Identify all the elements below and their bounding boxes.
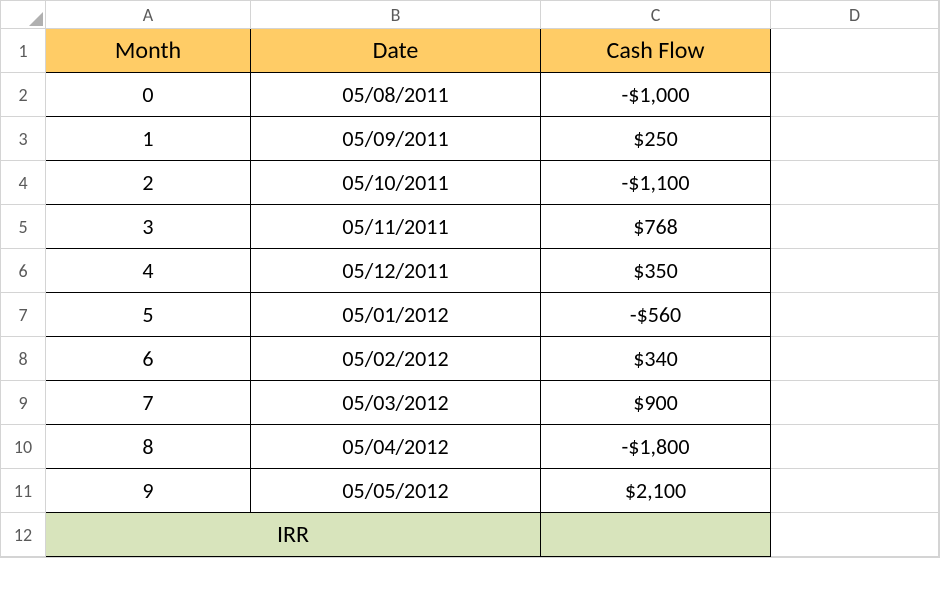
row-header-7[interactable]: 7: [1, 293, 46, 337]
cell-a2[interactable]: 0: [46, 73, 251, 117]
cell-d4[interactable]: [771, 161, 939, 205]
row-header-4[interactable]: 4: [1, 161, 46, 205]
row-header-1[interactable]: 1: [1, 29, 46, 73]
column-header-a[interactable]: A: [46, 1, 251, 29]
cell-c3[interactable]: $250: [541, 117, 771, 161]
cell-b1[interactable]: Date: [251, 29, 541, 73]
column-header-d[interactable]: D: [771, 1, 939, 29]
row-header-12[interactable]: 12: [1, 513, 46, 557]
cell-b6[interactable]: 05/12/2011: [251, 249, 541, 293]
cell-c7[interactable]: -$560: [541, 293, 771, 337]
cell-d8[interactable]: [771, 337, 939, 381]
spreadsheet-grid: A B C D 1 Month Date Cash Flow 2 0 05/08…: [0, 0, 940, 558]
row-header-5[interactable]: 5: [1, 205, 46, 249]
row-header-6[interactable]: 6: [1, 249, 46, 293]
row-header-2[interactable]: 2: [1, 73, 46, 117]
cell-a8[interactable]: 6: [46, 337, 251, 381]
cell-b8[interactable]: 05/02/2012: [251, 337, 541, 381]
cell-c2[interactable]: -$1,000: [541, 73, 771, 117]
cell-d5[interactable]: [771, 205, 939, 249]
cell-d3[interactable]: [771, 117, 939, 161]
cell-b11[interactable]: 05/05/2012: [251, 469, 541, 513]
cell-c8[interactable]: $340: [541, 337, 771, 381]
cell-b5[interactable]: 05/11/2011: [251, 205, 541, 249]
cell-a6[interactable]: 4: [46, 249, 251, 293]
cell-c5[interactable]: $768: [541, 205, 771, 249]
cell-d7[interactable]: [771, 293, 939, 337]
cell-b2[interactable]: 05/08/2011: [251, 73, 541, 117]
select-all-corner[interactable]: [1, 1, 46, 29]
cell-a12-b12-merged[interactable]: IRR: [46, 513, 541, 557]
cell-c4[interactable]: -$1,100: [541, 161, 771, 205]
column-header-b[interactable]: B: [251, 1, 541, 29]
cell-d2[interactable]: [771, 73, 939, 117]
row-header-10[interactable]: 10: [1, 425, 46, 469]
cell-d12[interactable]: [771, 513, 939, 557]
cell-a10[interactable]: 8: [46, 425, 251, 469]
cell-c9[interactable]: $900: [541, 381, 771, 425]
cell-d11[interactable]: [771, 469, 939, 513]
cell-b7[interactable]: 05/01/2012: [251, 293, 541, 337]
row-header-9[interactable]: 9: [1, 381, 46, 425]
row-header-11[interactable]: 11: [1, 469, 46, 513]
cell-a7[interactable]: 5: [46, 293, 251, 337]
cell-c12[interactable]: [541, 513, 771, 557]
cell-b4[interactable]: 05/10/2011: [251, 161, 541, 205]
cell-d9[interactable]: [771, 381, 939, 425]
cell-b9[interactable]: 05/03/2012: [251, 381, 541, 425]
cell-c6[interactable]: $350: [541, 249, 771, 293]
row-header-3[interactable]: 3: [1, 117, 46, 161]
cell-c11[interactable]: $2,100: [541, 469, 771, 513]
cell-a9[interactable]: 7: [46, 381, 251, 425]
cell-b3[interactable]: 05/09/2011: [251, 117, 541, 161]
cell-d10[interactable]: [771, 425, 939, 469]
select-all-triangle-icon: [29, 12, 43, 26]
cell-a11[interactable]: 9: [46, 469, 251, 513]
column-header-c[interactable]: C: [541, 1, 771, 29]
cell-a1[interactable]: Month: [46, 29, 251, 73]
cell-c1[interactable]: Cash Flow: [541, 29, 771, 73]
cell-d1[interactable]: [771, 29, 939, 73]
cell-b10[interactable]: 05/04/2012: [251, 425, 541, 469]
cell-c10[interactable]: -$1,800: [541, 425, 771, 469]
cell-a4[interactable]: 2: [46, 161, 251, 205]
cell-d6[interactable]: [771, 249, 939, 293]
cell-a5[interactable]: 3: [46, 205, 251, 249]
cell-a3[interactable]: 1: [46, 117, 251, 161]
row-header-8[interactable]: 8: [1, 337, 46, 381]
